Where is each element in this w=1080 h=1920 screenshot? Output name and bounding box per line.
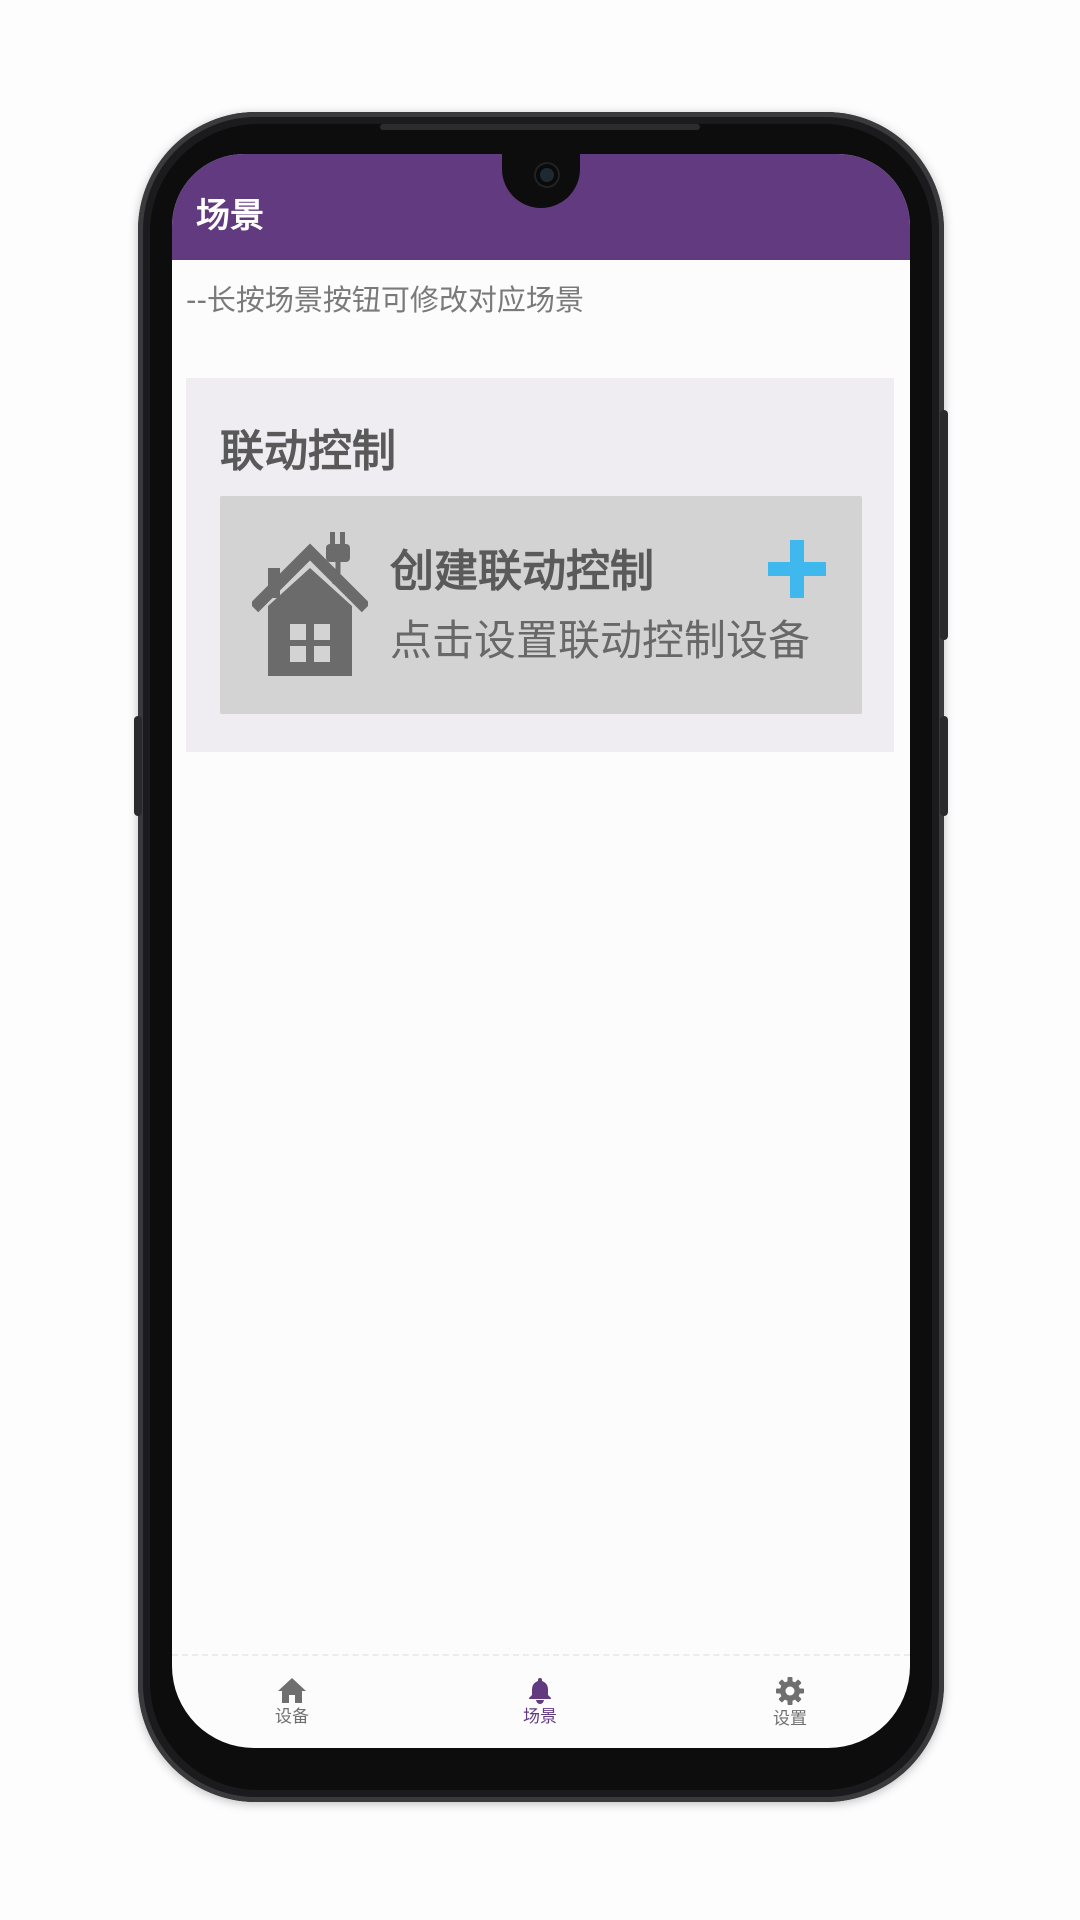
nav-label-devices: 设备: [275, 1707, 309, 1727]
card-title: 联动控制: [220, 426, 396, 477]
nav-item-scenes[interactable]: 场景: [480, 1676, 600, 1728]
screen: 场景 --长按场景按钮可修改对应场景 联动控制 创建联动控制 点击设置联动控制设…: [172, 154, 910, 1748]
house-plug-icon: [252, 532, 368, 676]
nav-item-settings[interactable]: 设置: [730, 1676, 850, 1730]
plus-icon: [768, 540, 826, 598]
home-icon: [278, 1678, 306, 1703]
bell-icon: [529, 1678, 551, 1704]
create-linkage-button[interactable]: 创建联动控制 点击设置联动控制设备: [220, 496, 862, 714]
linkage-control-card: 联动控制 创建联动控制 点击设置联动控制设备: [186, 378, 894, 752]
nav-label-scenes: 场景: [523, 1707, 557, 1727]
front-camera: [536, 164, 558, 186]
side-button-left: [134, 716, 142, 816]
earpiece-speaker: [380, 124, 700, 130]
nav-item-devices[interactable]: 设备: [232, 1676, 352, 1728]
create-linkage-title: 创建联动控制: [390, 546, 654, 597]
hint-text: --长按场景按钮可修改对应场景: [186, 283, 584, 317]
page-title: 场景: [196, 196, 264, 236]
power-button: [940, 410, 948, 640]
create-linkage-subtitle: 点击设置联动控制设备: [390, 616, 811, 665]
gear-icon: [776, 1677, 804, 1705]
bottom-navigation: 设备 场景 设置: [172, 1656, 910, 1748]
volume-button: [940, 716, 948, 816]
nav-label-settings: 设置: [773, 1709, 807, 1729]
